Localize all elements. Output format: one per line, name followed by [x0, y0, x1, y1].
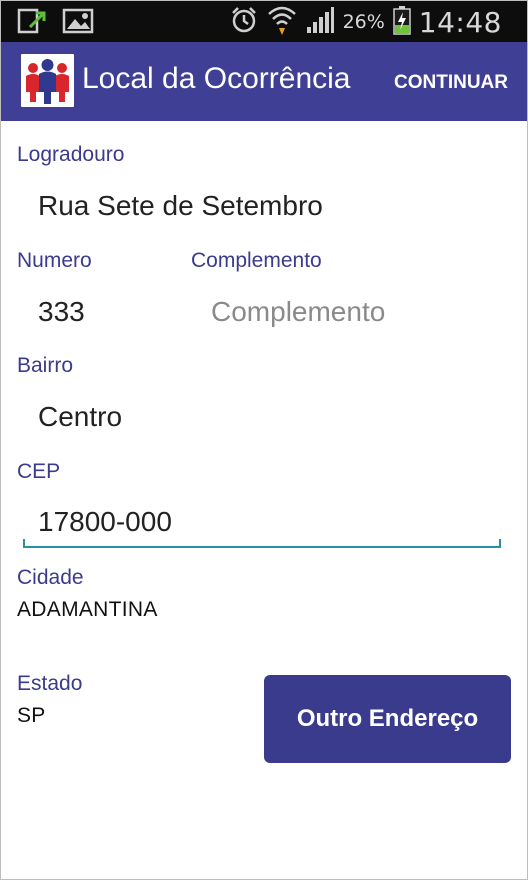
clock: 14:48	[418, 5, 502, 39]
logradouro-label: Logradouro	[17, 143, 125, 166]
logradouro-value: Rua Sete de Setembro	[38, 190, 323, 221]
app-bar: Local da Ocorrência CONTINUAR	[0, 42, 528, 121]
alarm-icon	[229, 5, 259, 39]
estado-label: Estado	[17, 672, 83, 695]
numero-label: Numero	[17, 249, 92, 272]
bairro-value: Centro	[38, 401, 123, 432]
cidade-label: Cidade	[17, 566, 84, 589]
signal-icon	[305, 5, 335, 39]
status-bar: 26% 14:48	[0, 0, 528, 42]
cep-label: CEP	[17, 460, 61, 483]
battery-charging-icon	[393, 5, 411, 39]
continue-button[interactable]: CONTINUAR	[394, 72, 508, 94]
numero-field[interactable]: 333	[38, 296, 178, 328]
page-title: Local da Ocorrência	[82, 62, 351, 95]
wifi-icon	[267, 4, 297, 40]
cep-value: 17800-000	[38, 506, 172, 537]
battery-percent: 26%	[342, 11, 385, 33]
gallery-icon	[62, 7, 94, 39]
cep-focus-underline	[23, 539, 501, 548]
complemento-label: Complemento	[191, 249, 322, 272]
complemento-placeholder: Complemento	[211, 296, 386, 327]
bairro-field[interactable]: Centro	[38, 401, 498, 433]
cep-field[interactable]: 17800-000	[38, 506, 498, 538]
estado-value: SP	[17, 704, 46, 727]
bairro-label: Bairro	[17, 354, 74, 377]
cidade-value: ADAMANTINA	[17, 598, 158, 621]
people-logo-icon[interactable]	[21, 54, 74, 107]
numero-value: 333	[38, 296, 85, 327]
complemento-field[interactable]: Complemento	[211, 296, 501, 328]
other-address-button[interactable]: Outro Endereço	[264, 675, 511, 763]
notification-upload-icon	[16, 7, 48, 39]
logradouro-field[interactable]: Rua Sete de Setembro	[38, 190, 498, 222]
